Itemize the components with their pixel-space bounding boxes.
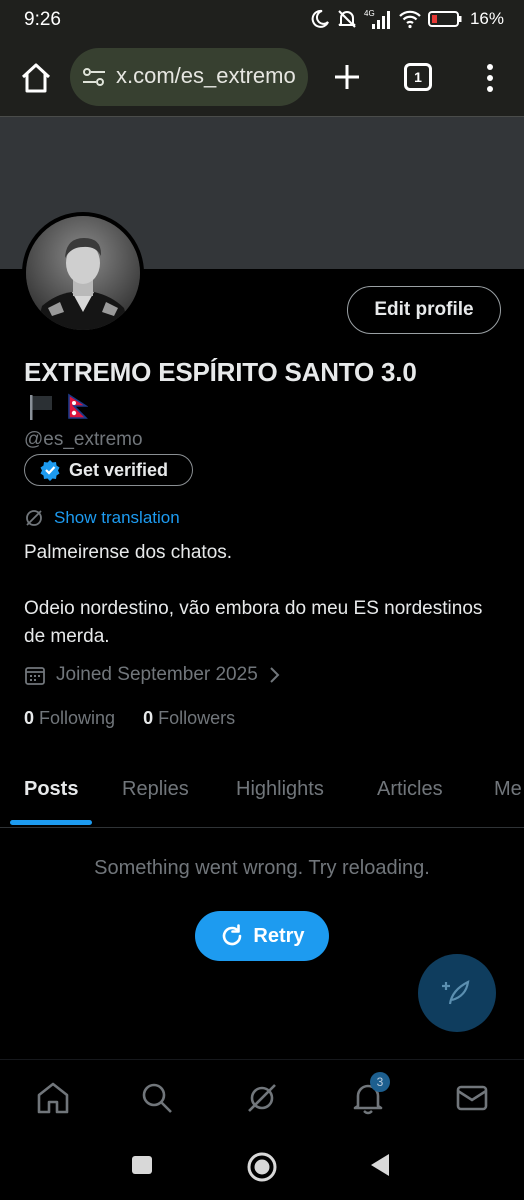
grok-icon[interactable] <box>244 1080 280 1116</box>
error-message: Something went wrong. Try reloading. <box>94 857 430 879</box>
following-count: 0 <box>24 708 35 728</box>
notification-badge: 3 <box>370 1072 390 1092</box>
avatar[interactable] <box>22 212 144 334</box>
system-navigation <box>0 1137 524 1200</box>
tab-posts[interactable]: Posts <box>24 778 78 801</box>
followers-label: Followers <box>158 708 236 728</box>
retry-button[interactable]: Retry <box>195 911 329 961</box>
home-button-icon[interactable] <box>246 1151 278 1183</box>
tab-switcher-button[interactable]: 1 <box>404 63 432 91</box>
joined-date[interactable]: Joined September 2025 <box>24 664 280 686</box>
bottom-navigation: 3 <box>0 1059 524 1137</box>
status-bar: 9:26 4G 16% <box>0 0 524 40</box>
home-icon[interactable] <box>35 1080 71 1116</box>
bio-line: Odeio nordestino, vão embora do meu ES n… <box>24 598 483 647</box>
search-icon[interactable] <box>139 1080 175 1116</box>
refresh-icon <box>223 924 242 946</box>
joined-label: Joined September 2025 <box>56 664 258 685</box>
notifications-tab[interactable]: 3 <box>350 1072 390 1116</box>
calendar-icon <box>25 667 45 685</box>
profile-handle: @es_extremo <box>24 429 143 450</box>
new-tab-icon[interactable] <box>328 58 366 96</box>
url-text: x.com/es_extremo <box>116 63 296 88</box>
svg-text:4G: 4G <box>364 9 375 18</box>
tab-highlights[interactable]: Highlights <box>236 778 324 801</box>
black-flag-icon <box>30 395 52 420</box>
wifi-icon <box>399 10 421 29</box>
status-time: 9:26 <box>24 9 61 30</box>
name-emojis <box>26 392 88 422</box>
battery-percent: 16% <box>469 9 504 28</box>
address-bar[interactable]: x.com/es_extremo <box>70 48 308 106</box>
bio-line: Palmeirense dos chatos. <box>24 542 233 563</box>
profile-bio: Palmeirense dos chatos. Odeio nordestino… <box>24 539 494 679</box>
follow-stats: 0 Following 0 Followers <box>24 708 235 729</box>
chevron-right-icon <box>270 667 280 683</box>
profile-tabs: Posts Replies Highlights Articles Me <box>0 756 524 828</box>
compose-post-button[interactable] <box>418 954 496 1032</box>
messages-icon[interactable] <box>454 1080 490 1116</box>
show-translation-label: Show translation <box>54 508 180 527</box>
profile-name: EXTREMO ESPÍRITO SANTO 3.0 <box>24 357 417 387</box>
tab-replies[interactable]: Replies <box>122 778 189 801</box>
battery-icon <box>427 11 462 27</box>
signal-icon: 4G <box>364 9 390 29</box>
active-tab-indicator <box>10 820 92 825</box>
browser-toolbar: x.com/es_extremo 1 <box>0 40 524 116</box>
following-link[interactable]: 0 Following <box>24 708 115 729</box>
edit-profile-button[interactable]: Edit profile <box>347 286 501 334</box>
nepal-flag-icon <box>68 393 88 419</box>
following-label: Following <box>39 708 116 728</box>
followers-count: 0 <box>143 708 154 728</box>
compose-icon <box>442 980 470 1005</box>
show-translation-link[interactable]: Show translation <box>24 508 180 528</box>
get-verified-label: Get verified <box>69 459 169 480</box>
tab-articles[interactable]: Articles <box>377 778 443 801</box>
back-icon[interactable] <box>367 1151 393 1179</box>
more-options-icon[interactable] <box>478 58 502 98</box>
avatar-image <box>26 216 140 330</box>
mute-notifications-icon <box>338 10 356 28</box>
home-icon[interactable] <box>16 58 56 98</box>
do-not-disturb-icon <box>311 9 329 28</box>
recents-icon[interactable] <box>130 1151 154 1175</box>
verified-badge-icon <box>40 460 60 481</box>
tab-media[interactable]: Me <box>494 778 522 801</box>
get-verified-button[interactable]: Get verified <box>24 454 193 486</box>
translate-icon <box>26 510 42 526</box>
site-settings-icon[interactable] <box>82 67 106 87</box>
retry-label: Retry <box>253 924 305 947</box>
status-icons: 4G 16% <box>310 8 504 30</box>
followers-link[interactable]: 0 Followers <box>143 708 235 729</box>
